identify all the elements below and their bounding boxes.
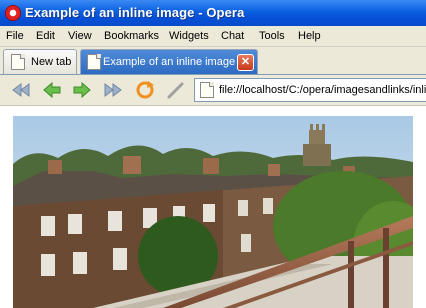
tab-new[interactable]: New tab — [3, 49, 77, 74]
edit-pencil-icon[interactable] — [166, 80, 186, 100]
title-bar: Example of an inline image - Opera — [0, 0, 426, 26]
address-field[interactable]: file://localhost/C:/opera/imagesandlinks… — [194, 78, 426, 102]
reload-icon[interactable] — [135, 80, 155, 100]
menu-help[interactable]: Help — [298, 30, 321, 42]
fast-forward-icon[interactable] — [103, 80, 123, 100]
page-icon — [87, 54, 101, 70]
opera-logo-icon — [5, 5, 21, 21]
menu-view[interactable]: View — [68, 30, 92, 42]
address-input[interactable]: file://localhost/C:/opera/imagesandlinks… — [219, 84, 426, 96]
new-tab-icon — [11, 54, 25, 70]
address-page-icon — [200, 82, 214, 98]
tab-bar: New tab Example of an inline image ✕ — [0, 47, 426, 75]
inline-image — [13, 116, 413, 308]
menu-widgets[interactable]: Widgets — [169, 30, 209, 42]
page-content — [0, 106, 426, 308]
menu-tools[interactable]: Tools — [259, 30, 285, 42]
back-icon[interactable] — [42, 80, 62, 100]
menu-chat[interactable]: Chat — [221, 30, 244, 42]
menu-file[interactable]: File — [6, 30, 24, 42]
tab-active[interactable]: Example of an inline image ✕ — [80, 49, 258, 74]
forward-icon[interactable] — [72, 80, 92, 100]
menu-edit[interactable]: Edit — [36, 30, 55, 42]
menu-bar: File Edit View Bookmarks Widgets Chat To… — [0, 26, 426, 47]
rewind-icon[interactable] — [11, 80, 31, 100]
close-icon[interactable]: ✕ — [237, 54, 254, 71]
tab-active-label: Example of an inline image — [103, 56, 236, 68]
tab-new-label: New tab — [31, 56, 72, 68]
menu-bookmarks[interactable]: Bookmarks — [104, 30, 159, 42]
window-title: Example of an inline image - Opera — [25, 5, 245, 20]
